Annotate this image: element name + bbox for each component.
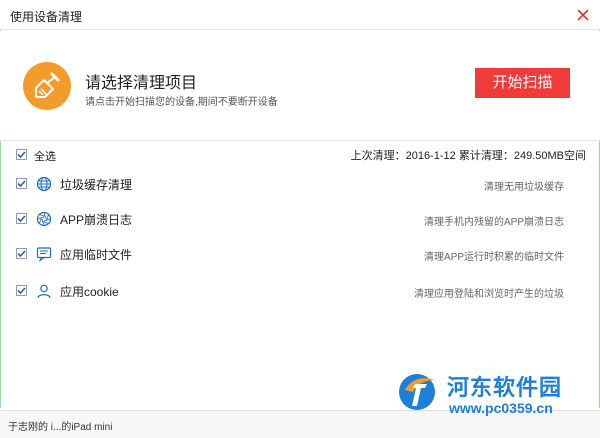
select-all-row: 全选 上次清理：2016-1-12 累计清理：249.50MB空间	[0, 139, 600, 169]
item-label: APP崩溃日志	[60, 213, 133, 227]
item-checkbox[interactable]	[16, 213, 27, 224]
item-row-temp-files[interactable]: 应用临时文件 清理APP运行时积累的临时文件	[0, 239, 600, 269]
broom-icon	[23, 62, 71, 110]
message-icon	[36, 246, 52, 262]
watermark: 河东软件园 www.pc0359.cn	[395, 366, 595, 426]
item-checkbox[interactable]	[16, 248, 27, 259]
item-description: 清理手机内残留的APP崩溃日志	[423, 217, 564, 228]
device-status: 于志刚的 i...的iPad mini	[8, 422, 113, 433]
title-bar: 使用设备清理	[0, 0, 600, 30]
globe-icon	[36, 176, 52, 192]
item-description: 清理APP运行时积累的临时文件	[423, 252, 564, 263]
select-all-checkbox[interactable]	[16, 149, 27, 160]
item-row-cookie[interactable]: 应用cookie 清理应用登陆和浏览时产生的垃圾	[0, 276, 600, 306]
item-label: 应用cookie	[60, 285, 119, 299]
user-icon	[36, 283, 52, 299]
aperture-icon	[36, 211, 52, 227]
item-row-cache[interactable]: 垃圾缓存清理 清理无用垃圾缓存	[0, 169, 600, 199]
watermark-logo-icon	[395, 366, 443, 414]
item-description: 清理应用登陆和浏览时产生的垃圾	[414, 289, 564, 300]
watermark-name: 河东软件园	[447, 375, 563, 400]
select-all-label: 全选	[34, 151, 56, 163]
cleanup-stats: 上次清理：2016-1-12 累计清理：249.50MB空间	[350, 150, 586, 162]
item-row-crash-log[interactable]: APP崩溃日志 清理手机内残留的APP崩溃日志	[0, 204, 600, 234]
header-title: 请选择清理项目	[85, 75, 198, 92]
close-icon[interactable]	[572, 4, 594, 26]
item-label: 垃圾缓存清理	[60, 178, 133, 192]
header-subtitle: 请点击开始扫描您的设备,期间不要断开设备	[85, 97, 278, 108]
start-scan-button[interactable]: 开始扫描	[475, 68, 570, 98]
item-description: 清理无用垃圾缓存	[484, 182, 564, 193]
watermark-url: www.pc0359.cn	[449, 400, 553, 416]
item-checkbox[interactable]	[16, 285, 27, 296]
window-title: 使用设备清理	[10, 10, 83, 24]
item-checkbox[interactable]	[16, 178, 27, 189]
item-label: 应用临时文件	[60, 248, 133, 262]
